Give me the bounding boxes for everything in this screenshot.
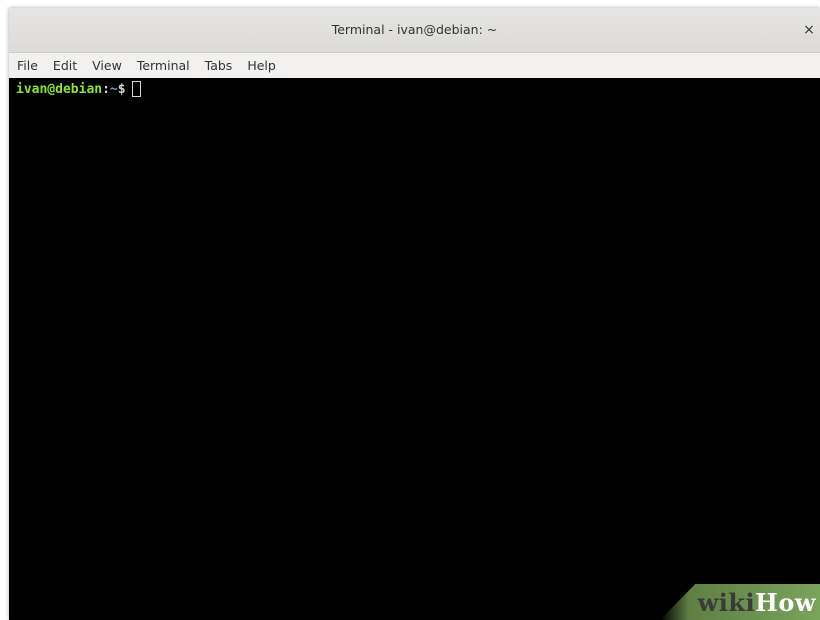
window-title: Terminal - ivan@debian: ~ (331, 22, 498, 37)
terminal-output-area[interactable]: ivan@debian:~$ (9, 78, 820, 620)
menu-item-tabs[interactable]: Tabs (205, 58, 233, 73)
watermark-how: How (755, 588, 816, 617)
terminal-window: Terminal - ivan@debian: ~ × File Edit Vi… (9, 8, 820, 620)
menu-item-view[interactable]: View (92, 58, 122, 73)
menu-item-file[interactable]: File (17, 58, 38, 73)
menu-item-edit[interactable]: Edit (53, 58, 77, 73)
prompt-separator: : (102, 82, 110, 97)
text-cursor (131, 81, 141, 97)
menu-item-terminal[interactable]: Terminal (137, 58, 190, 73)
menu-bar: File Edit View Terminal Tabs Help (9, 53, 820, 78)
watermark-wiki: wiki (697, 588, 756, 617)
title-bar[interactable]: Terminal - ivan@debian: ~ × (9, 8, 820, 53)
prompt-symbol: $ (117, 82, 126, 97)
prompt-line: ivan@debian:~$ (16, 81, 820, 98)
desktop: Terminal - ivan@debian: ~ × File Edit Vi… (0, 0, 820, 620)
prompt-path: ~ (109, 82, 118, 97)
close-icon[interactable]: × (800, 21, 818, 39)
prompt-user-host: ivan@debian (16, 82, 103, 97)
menu-item-help[interactable]: Help (247, 58, 276, 73)
wikihow-logo: wikiHow (698, 588, 816, 617)
